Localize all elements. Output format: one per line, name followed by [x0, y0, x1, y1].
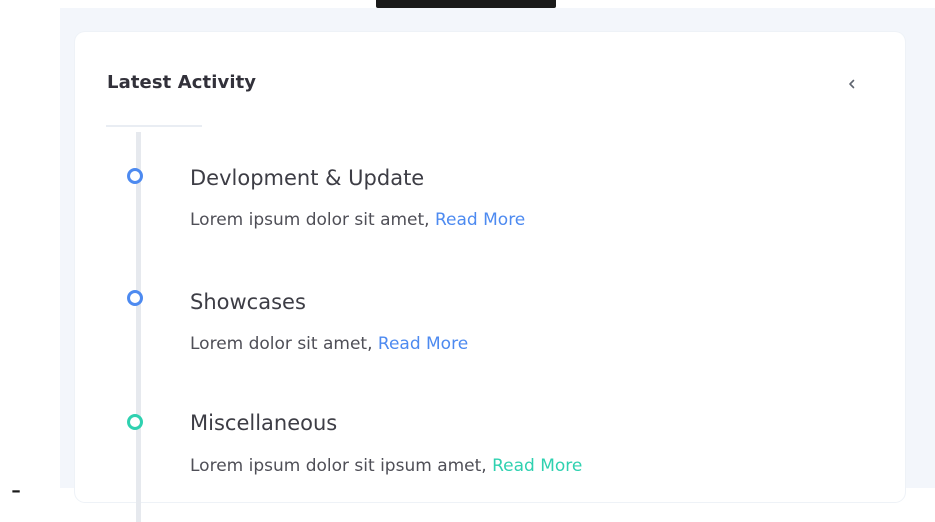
timeline-text: Lorem dolor sit amet, Read More — [190, 334, 468, 354]
timeline-heading: Showcases — [190, 290, 306, 314]
read-more-link[interactable]: Read More — [435, 210, 525, 230]
title-underline — [106, 125, 202, 127]
cropped-heading-fragment — [376, 0, 556, 8]
collapse-button[interactable] — [840, 72, 864, 96]
timeline-dot — [127, 168, 143, 184]
read-more-link[interactable]: Read More — [378, 334, 468, 354]
timeline-item: Devlopment & Update Lorem ipsum dolor si… — [75, 164, 905, 244]
stray-dash: - — [11, 473, 22, 506]
card-title: Latest Activity — [107, 72, 257, 93]
timeline-dot — [127, 290, 143, 306]
chevron-left-icon — [849, 79, 855, 89]
timeline-heading: Devlopment & Update — [190, 166, 425, 190]
read-more-link[interactable]: Read More — [492, 456, 582, 476]
timeline-dot — [127, 414, 143, 430]
timeline-item: Showcases Lorem dolor sit amet, Read Mor… — [75, 287, 905, 367]
timeline-item: Miscellaneous Lorem ipsum dolor sit ipsu… — [75, 410, 905, 490]
timeline-description: Lorem ipsum dolor sit amet, — [190, 210, 435, 230]
latest-activity-card: Latest Activity Devlopment & Update Lore… — [75, 32, 905, 522]
timeline-description: Lorem dolor sit amet, — [190, 334, 378, 354]
timeline-text: Lorem ipsum dolor sit amet, Read More — [190, 210, 525, 230]
timeline-text: Lorem ipsum dolor sit ipsum amet, Read M… — [190, 456, 582, 476]
timeline-description: Lorem ipsum dolor sit ipsum amet, — [190, 456, 493, 476]
timeline-heading: Miscellaneous — [190, 411, 338, 435]
